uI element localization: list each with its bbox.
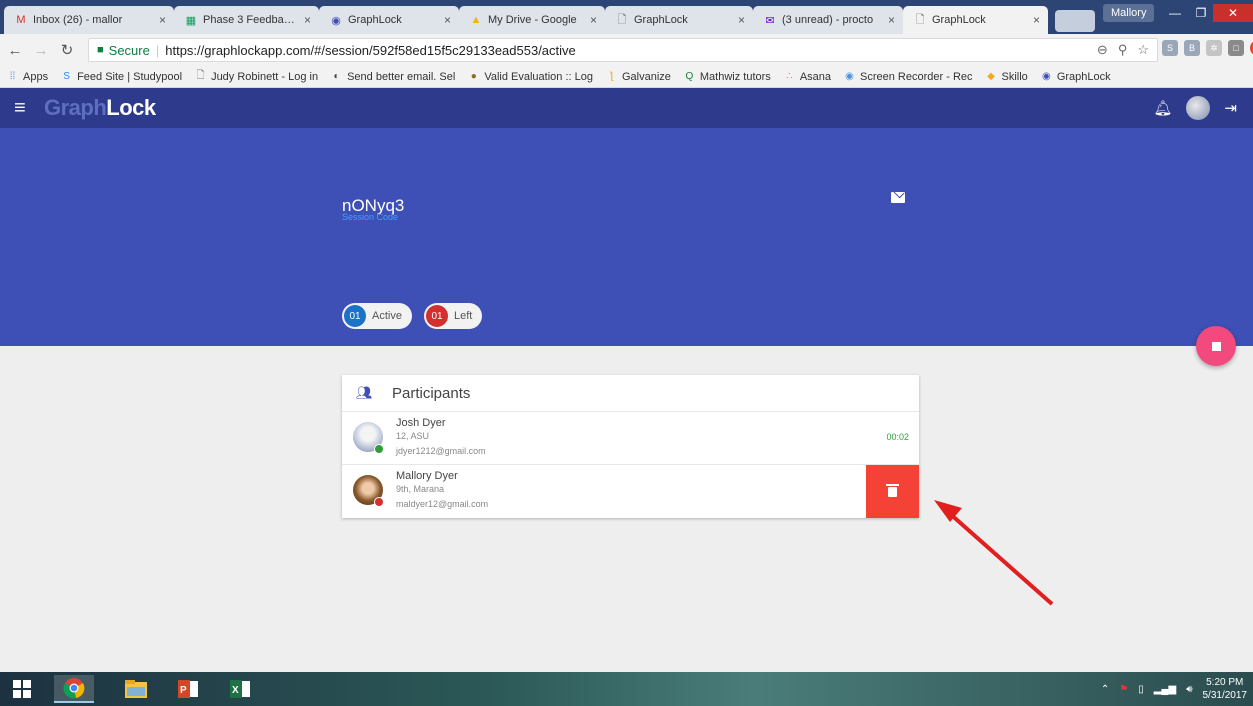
svg-text:P: P bbox=[180, 685, 187, 696]
volume-icon[interactable]: 🔊︎ bbox=[1186, 684, 1192, 695]
windows-taskbar: P X ⌃ ⚑ ▯ ▂▄▆ 🔊︎ 5:20 PM 5/31/2017 bbox=[0, 672, 1253, 706]
taskbar-clock[interactable]: 5:20 PM 5/31/2017 bbox=[1203, 676, 1248, 702]
system-tray: ⌃ ⚑ ▯ ▂▄▆ 🔊︎ 5:20 PM 5/31/2017 bbox=[1101, 672, 1247, 706]
chrome-taskbar-icon[interactable] bbox=[54, 675, 94, 703]
clock-time: 5:20 PM bbox=[1206, 677, 1244, 688]
tray-chevron-icon[interactable]: ⌃ bbox=[1101, 684, 1109, 695]
clock-date: 5/31/2017 bbox=[1202, 690, 1248, 701]
windows-logo-icon bbox=[13, 680, 31, 698]
excel-taskbar-icon[interactable]: X bbox=[220, 675, 260, 703]
svg-text:X: X bbox=[232, 685, 239, 696]
network-icon[interactable]: ▂▄▆ bbox=[1154, 684, 1176, 695]
powerpoint-taskbar-icon[interactable]: P bbox=[168, 675, 208, 703]
flag-icon[interactable]: ⚑ bbox=[1119, 684, 1128, 695]
start-button[interactable] bbox=[2, 675, 42, 703]
battery-icon[interactable]: ▯ bbox=[1138, 684, 1144, 695]
file-explorer-taskbar-icon[interactable] bbox=[116, 675, 156, 703]
annotation-arrow bbox=[934, 500, 1054, 606]
